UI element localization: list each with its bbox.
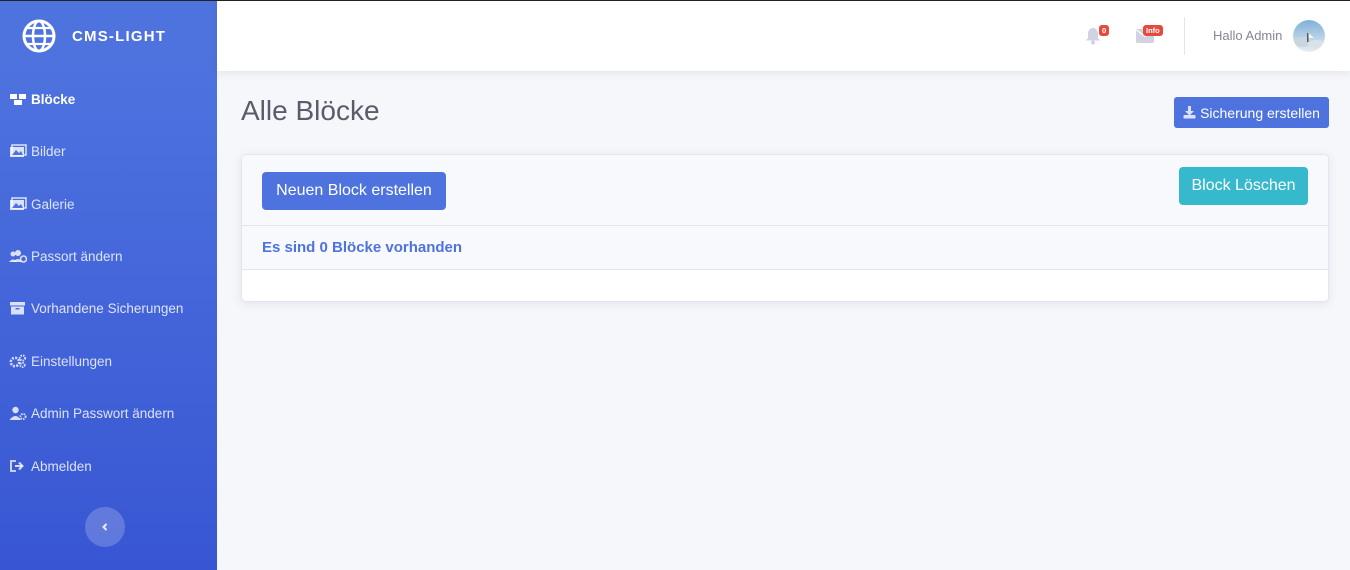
alerts-badge: 0 xyxy=(1099,25,1110,36)
user-cog-icon xyxy=(9,406,27,420)
sidebar-item-passort-aendern[interactable]: Passort ändern xyxy=(0,236,217,276)
topbar: 0 Info Hallo Admin xyxy=(217,1,1350,71)
page-title: Alle Blöcke xyxy=(241,95,380,126)
block-count-row: Es sind 0 Blöcke vorhanden xyxy=(242,226,1328,270)
globe-icon xyxy=(22,19,56,53)
archive-icon xyxy=(10,302,25,315)
sidebar-item-label: Blöcke xyxy=(31,91,76,107)
new-block-button[interactable]: Neuen Block erstellen xyxy=(262,172,446,210)
sidebar-item-label: Passort ändern xyxy=(31,248,123,264)
download-icon xyxy=(1183,106,1196,119)
messages-badge: Info xyxy=(1143,25,1163,36)
sidebar-item-einstellungen[interactable]: Einstellungen xyxy=(0,341,217,381)
create-backup-button[interactable]: Sicherung erstellen xyxy=(1174,97,1329,128)
block-count-text: Es sind 0 Blöcke vorhanden xyxy=(262,239,463,256)
delete-block-button[interactable]: Block Löschen xyxy=(1179,167,1308,205)
sidebar-item-label: Admin Passwort ändern xyxy=(31,405,175,421)
sidebar-item-abmelden[interactable]: Abmelden xyxy=(0,446,217,486)
sidebar-item-label: Abmelden xyxy=(31,458,92,474)
create-backup-label: Sicherung erstellen xyxy=(1200,104,1320,121)
images-icon xyxy=(10,144,27,157)
users-cog-icon xyxy=(9,250,27,263)
blocks-card: Neuen Block erstellen Block Löschen Es s… xyxy=(241,154,1329,302)
sidebar-item-vorhandene-sicherungen[interactable]: Vorhandene Sicherungen xyxy=(0,288,217,328)
sidebar-item-admin-passwort-aendern[interactable]: Admin Passwort ändern xyxy=(0,393,217,433)
sidebar-item-label: Einstellungen xyxy=(31,353,113,369)
brand-name: CMS-LIGHT xyxy=(72,27,167,45)
alerts-button[interactable]: 0 xyxy=(1082,23,1112,51)
user-greeting[interactable]: Hallo Admin xyxy=(1213,28,1282,43)
brand[interactable]: CMS-LIGHT xyxy=(0,1,217,71)
sidebar-item-bloecke[interactable]: Blöcke xyxy=(0,79,217,119)
sidebar-item-label: Vorhandene Sicherungen xyxy=(31,300,184,316)
sidebar-item-galerie[interactable]: Galerie xyxy=(0,184,217,224)
avatar[interactable] xyxy=(1293,20,1325,52)
card-header: Neuen Block erstellen Block Löschen xyxy=(242,155,1328,226)
boxes-icon xyxy=(10,94,26,105)
sidebar-toggle-button[interactable] xyxy=(85,507,125,547)
messages-button[interactable]: Info xyxy=(1134,23,1164,51)
user-avatar-icon xyxy=(1293,20,1325,52)
chevron-left-icon xyxy=(102,523,108,531)
images-icon xyxy=(10,197,27,210)
topbar-divider xyxy=(1184,17,1185,55)
cogs-icon xyxy=(9,354,27,368)
sidebar-item-bilder[interactable]: Bilder xyxy=(0,131,217,171)
sidebar-item-label: Galerie xyxy=(31,196,75,212)
sidebar-item-label: Bilder xyxy=(31,143,66,159)
sign-out-icon xyxy=(10,460,24,472)
sidebar: CMS-LIGHT Blöcke Bilder Galerie Passort … xyxy=(0,1,217,570)
